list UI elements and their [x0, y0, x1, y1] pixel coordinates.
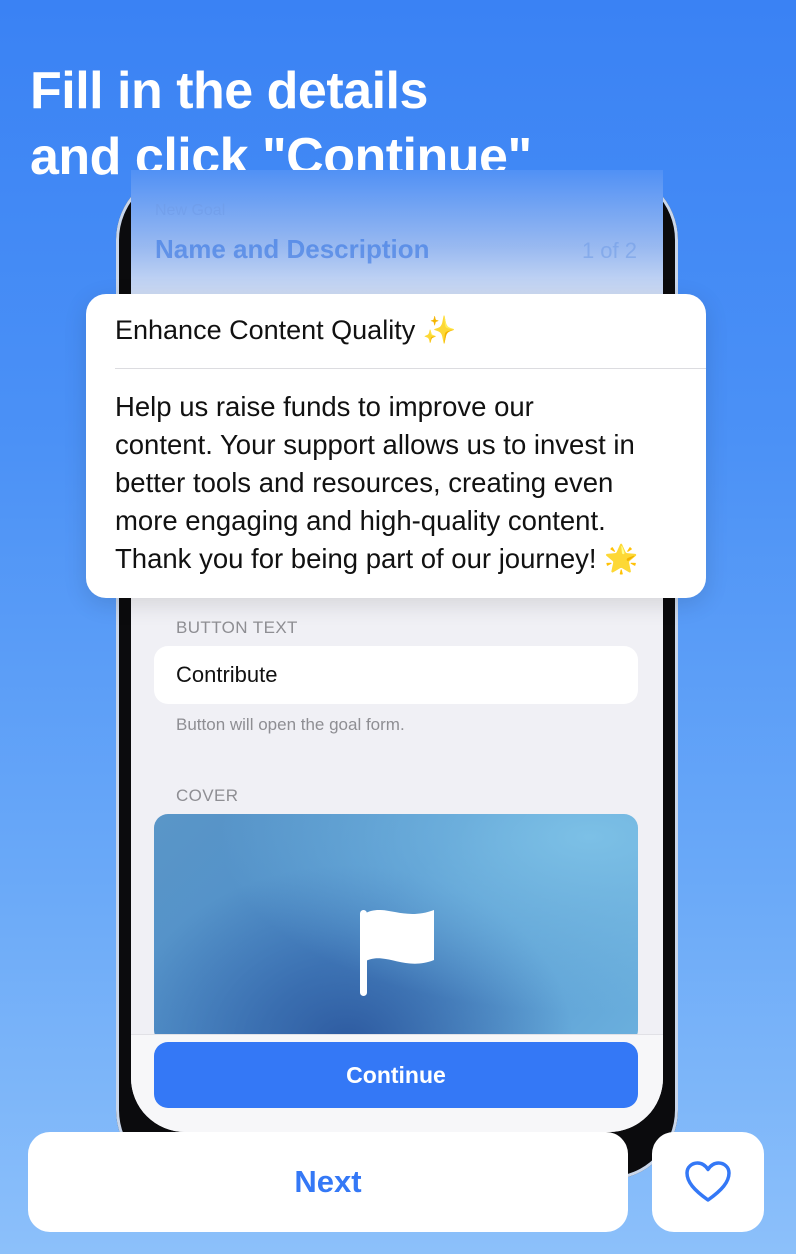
sparkles-icon: ✨: [422, 315, 457, 345]
card-body-line-1: Help us raise funds to improve our: [115, 391, 534, 422]
sheet-caption: New Goal: [155, 202, 226, 219]
button-text-value: Contribute: [176, 662, 278, 687]
flag-icon: [360, 910, 434, 996]
headline-line-1: Fill in the details: [30, 62, 428, 120]
favorite-button[interactable]: [652, 1132, 764, 1232]
sheet-step-indicator: 1 of 2: [581, 238, 637, 263]
button-text-label: BUTTON TEXT: [176, 618, 298, 637]
card-body-line-2: content. Your support allows us to inves…: [115, 429, 635, 460]
card-divider: [115, 368, 706, 369]
next-button[interactable]: Next: [28, 1132, 628, 1232]
card-title: Enhance Content Quality ✨: [115, 314, 456, 346]
card-title-text: Enhance Content Quality: [115, 315, 416, 345]
button-text-hint: Button will open the goal form.: [176, 715, 405, 734]
cover-label: COVER: [176, 786, 239, 805]
card-body-line-5-text: Thank you for being part of our journey!: [115, 543, 597, 574]
star-icon: 🌟: [604, 543, 639, 574]
card-body-line-4: more engaging and high-quality content.: [115, 505, 606, 536]
card-body-line-5: Thank you for being part of our journey!…: [115, 540, 695, 578]
button-text-field[interactable]: Contribute: [154, 646, 638, 704]
continue-button[interactable]: Continue: [154, 1042, 638, 1108]
heart-icon: [685, 1161, 731, 1202]
sheet-title: Name and Description: [155, 234, 430, 264]
cover-image[interactable]: [154, 814, 638, 1044]
card-body-line-3: better tools and resources, creating eve…: [115, 467, 614, 498]
message-preview-card: Enhance Content Quality ✨ Help us raise …: [86, 294, 706, 598]
card-body: Help us raise funds to improve our conte…: [115, 388, 695, 578]
